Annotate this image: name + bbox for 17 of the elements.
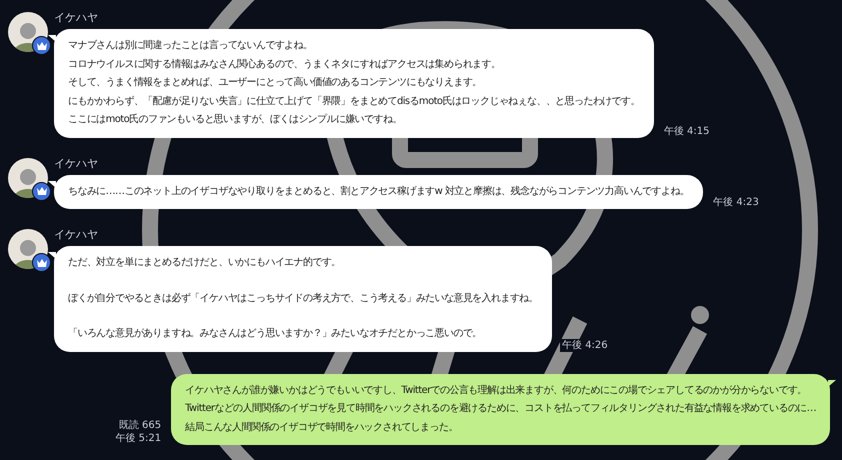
crown-icon [32,253,51,272]
message-text: ちなみに……このネット上のイザコザなやり取りをまとめると、割とアクセス稼げますw 対立と摩擦は、残念ながらコンテンツ力高いんですよね。 [68,184,690,198]
read-count: 既読 665 [116,419,164,432]
wallpaper-dot [691,306,709,324]
message-text: ぼくが自分でやるときは必ず「イケハヤはこっちサイドの考え方で、こう考える」みたいな意見を入れますね。 [68,292,538,306]
message-text: マナブさんは別に間違ったことは言ってないんですよね。 コロナウイルスに関する情報はみなさん関心あるので、うまくネタにすればアクセスは集められます。 そして、うまく情報をまとめれば、ユーザーにとって高い価値のあるコンテンツにもなりえます。 にもかかわらず、「配慮が足りない失言」に仕立て上げて「界隈」をまとめてdisるmoto氏はロックじゃねぇな、、と思ったわけです。 ここにはmoto氏のファンもいると思いますが、ぼくはシンプルに嫌いですね。 [68,38,640,127]
crown-icon [32,36,51,55]
message-text: ただ、対立を単にまとめるだけだと、いかにもハイエナ的です。 [68,256,342,270]
message-time: 午後 4:15 [662,124,712,138]
sender-name: イケハヤ [54,156,99,170]
message-time: 午後 4:23 [711,196,761,209]
sender-name: イケハヤ [54,228,99,242]
message-time: 午後 5:21 [113,432,164,445]
message-text: イケハヤさんが誰が嫌いかはどうでもいいですし、Twitterでの公言も理解は出来ますが、何のためにこの場でシェアしてるのかが分からないです。 Twitterなどの人間関係のイザコザを見て時間をハックされるのを避けるために、コストを払ってフィルタリングされた有益な情報を求めているのに… 結局こんな人間関係のイザコザで時間をハックされてしまった。 [185,384,816,434]
sender-name: イケハヤ [54,11,99,25]
message-text: 「いろんな意見がありますね。みなさんはどう思いますか？」みたいなオチだとかっこ悪いので。 [68,326,483,341]
message-time: 午後 4:26 [560,338,610,352]
